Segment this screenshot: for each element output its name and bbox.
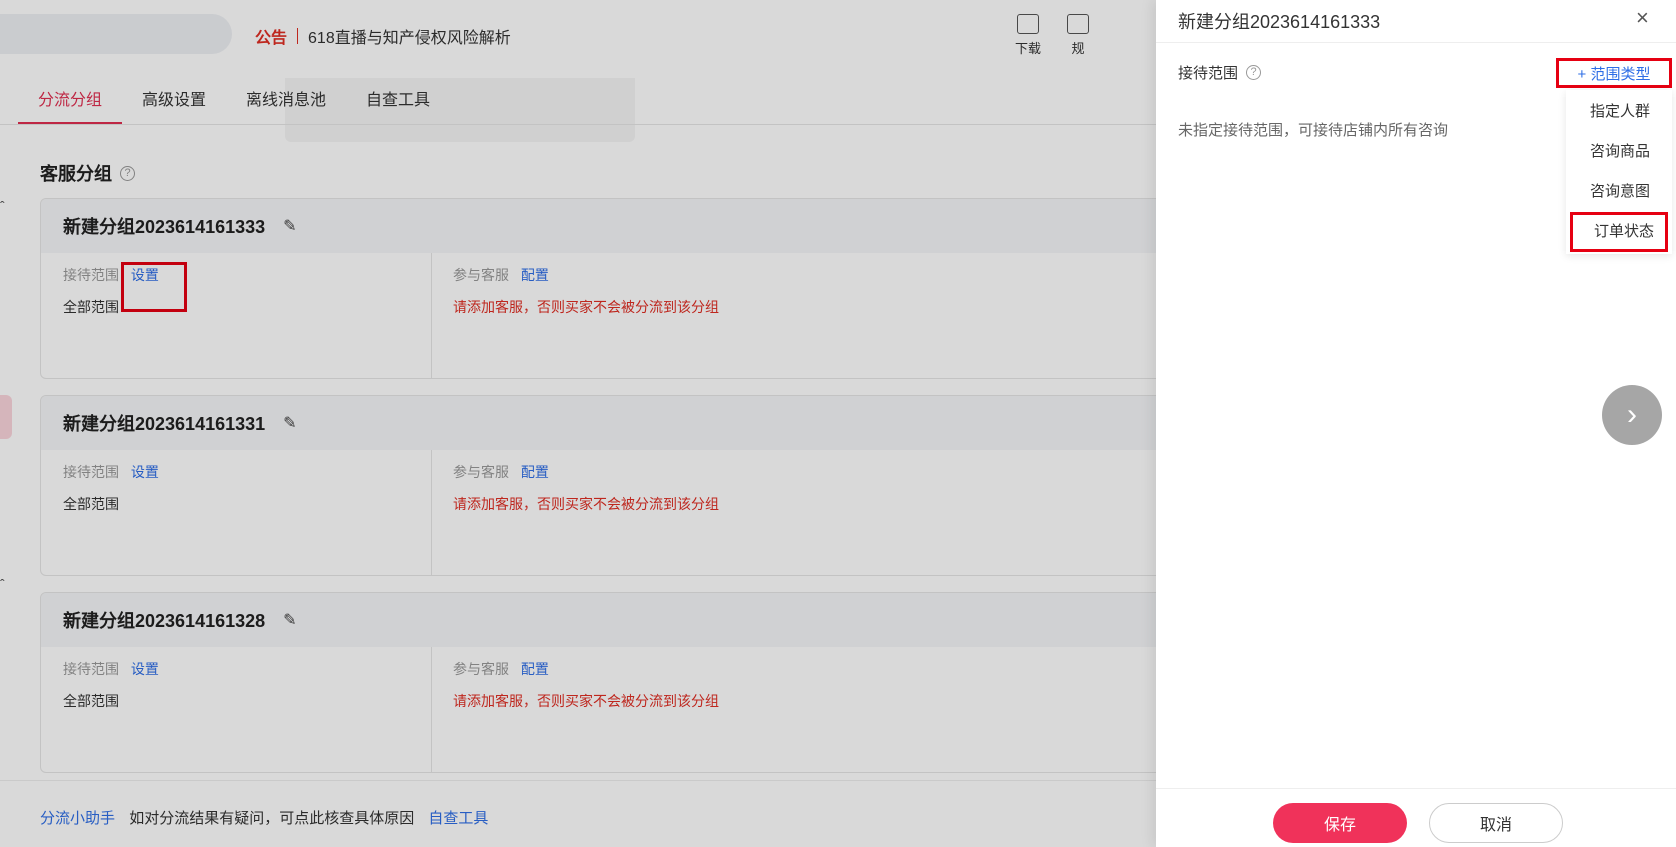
drawer-footer-divider [1156,788,1676,789]
drawer-scope-label-text: 接待范围 [1178,65,1239,82]
dropdown-item-consult-product[interactable]: 咨询商品 [1566,132,1672,172]
save-button[interactable]: 保存 [1273,803,1407,843]
scope-hint: 未指定接待范围，可接待店铺内所有咨询 [1178,122,1449,139]
close-icon[interactable]: × [1636,6,1649,30]
scope-type-dropdown: 指定人群 咨询商品 咨询意图 订单状态 [1566,90,1672,254]
dropdown-item-target-crowd[interactable]: 指定人群 [1566,92,1672,132]
drawer-title: 新建分组2023614161333 [1178,12,1381,32]
chevron-right-icon[interactable]: › [1602,385,1662,445]
help-icon[interactable]: ? [1246,65,1262,80]
drawer-scope-label: 接待范围 ? [1178,62,1262,83]
drawer-header-divider [1156,42,1676,43]
dropdown-item-order-status[interactable]: 订单状态 [1570,212,1668,252]
dropdown-item-consult-intent[interactable]: 咨询意图 [1566,172,1672,212]
add-scope-type-button[interactable]: + 范围类型 [1556,58,1672,88]
cancel-button[interactable]: 取消 [1429,803,1563,843]
